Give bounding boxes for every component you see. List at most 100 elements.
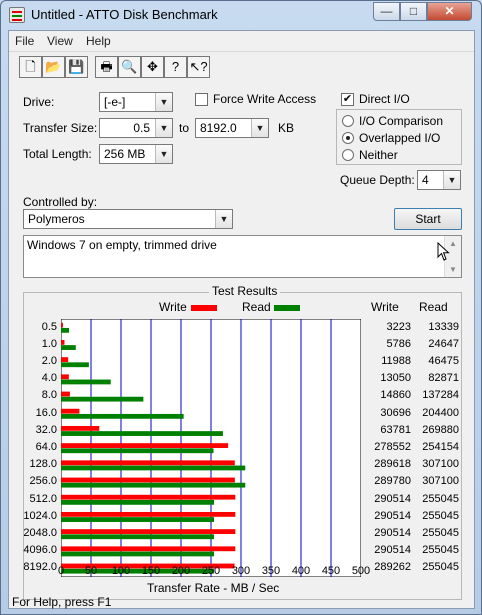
total-length-select[interactable]: 256 MB ▼ bbox=[99, 144, 173, 164]
read-legend-label: Read bbox=[242, 300, 271, 314]
chevron-down-icon[interactable]: ▼ bbox=[443, 171, 460, 189]
help-button[interactable]: ? bbox=[164, 56, 187, 78]
maximize-button[interactable]: □ bbox=[400, 2, 427, 21]
menu-file[interactable]: File bbox=[15, 34, 34, 48]
read-value-cell: 307100 bbox=[422, 475, 459, 488]
read-value-cell: 137284 bbox=[422, 389, 459, 402]
read-value-cell: 255045 bbox=[422, 527, 459, 539]
read-bar bbox=[61, 465, 246, 471]
menu-help[interactable]: Help bbox=[86, 34, 111, 48]
force-write-checkbox[interactable] bbox=[195, 93, 208, 106]
close-icon: ✕ bbox=[444, 4, 455, 18]
move-button[interactable]: ✥ bbox=[141, 56, 164, 78]
total-length-value: 256 MB bbox=[104, 147, 146, 161]
context-help-button[interactable]: ↖? bbox=[187, 56, 210, 78]
write-bar bbox=[61, 339, 65, 345]
write-bar bbox=[61, 546, 236, 552]
controlled-by-select[interactable]: Polymeros ▼ bbox=[23, 209, 233, 229]
client-area: File View Help 🗋 📂 💾 🖶 🔍 ✥? ↖? Drive: [-e-] ▼ … bbox=[8, 30, 475, 609]
read-value-cell: 254154 bbox=[422, 441, 459, 453]
write-bar bbox=[61, 374, 69, 380]
results-chart bbox=[61, 319, 361, 577]
category-label: 256.0 bbox=[29, 475, 57, 488]
close-button[interactable]: ✕ bbox=[427, 2, 472, 21]
scroll-down-icon[interactable]: ▼ bbox=[445, 262, 461, 277]
chevron-down-icon[interactable]: ▼ bbox=[251, 119, 268, 137]
transfer-from-select[interactable]: 0.5 ▼ bbox=[99, 118, 173, 138]
minimize-button[interactable]: — bbox=[373, 2, 400, 21]
write-value-cell: 3223 bbox=[386, 320, 411, 333]
x-tick-label: 450 bbox=[321, 565, 341, 577]
queue-depth-value: 4 bbox=[422, 173, 429, 187]
print-preview-button[interactable]: 🔍 bbox=[118, 56, 141, 78]
transfer-to-value: 8192.0 bbox=[200, 121, 237, 135]
new-document-icon: 🗋 bbox=[25, 59, 36, 74]
open-folder-button[interactable]: 📂 bbox=[42, 56, 65, 78]
category-label: 64.0 bbox=[35, 441, 57, 453]
start-button[interactable]: Start bbox=[394, 208, 462, 230]
read-value-cell: 269880 bbox=[422, 423, 459, 436]
x-tick-label: 150 bbox=[141, 565, 161, 577]
queue-depth-select[interactable]: 4 ▼ bbox=[417, 170, 461, 190]
menu-view[interactable]: View bbox=[47, 34, 73, 48]
title-bar[interactable]: Untitled - ATTO Disk Benchmark — □ ✕ bbox=[1, 1, 481, 29]
drive-value: [-e-] bbox=[104, 95, 126, 109]
read-value-cell: 255045 bbox=[422, 561, 459, 574]
read-value-cell: 82871 bbox=[428, 372, 459, 385]
chevron-down-icon[interactable]: ▼ bbox=[155, 93, 172, 111]
category-label: 1.0 bbox=[41, 337, 57, 350]
write-bar bbox=[61, 322, 63, 328]
category-label: 0.5 bbox=[41, 320, 57, 333]
print-icon: 🖶 bbox=[100, 59, 113, 74]
category-label: 32.0 bbox=[35, 423, 57, 436]
write-value-cell: 30696 bbox=[380, 406, 411, 419]
open-folder-icon: 📂 bbox=[45, 59, 62, 74]
read-bar bbox=[61, 448, 214, 454]
print-button[interactable]: 🖶 bbox=[95, 56, 118, 78]
write-value-cell: 289780 bbox=[374, 475, 411, 488]
overlapped-io-label: Overlapped I/O bbox=[359, 131, 441, 145]
write-bar bbox=[61, 477, 235, 483]
read-bar bbox=[61, 327, 70, 333]
drive-label: Drive: bbox=[23, 95, 55, 109]
save-button[interactable]: 💾 bbox=[65, 56, 88, 78]
io-comparison-radio[interactable] bbox=[342, 115, 354, 127]
category-label: 2048.0 bbox=[23, 527, 57, 539]
x-tick-label: 50 bbox=[84, 565, 98, 577]
new-document-button[interactable]: 🗋 bbox=[19, 56, 42, 78]
write-bar bbox=[61, 511, 236, 517]
write-bar bbox=[61, 529, 236, 534]
write-value-cell: 14860 bbox=[380, 389, 411, 402]
write-value-cell: 289618 bbox=[374, 458, 411, 471]
x-tick-label: 400 bbox=[291, 565, 311, 577]
x-tick-label: 0 bbox=[57, 565, 65, 577]
toolbar: 🗋 📂 💾 🖶 🔍 ✥? ↖? bbox=[9, 51, 474, 81]
read-value-cell: 255045 bbox=[422, 544, 459, 557]
chevron-down-icon[interactable]: ▼ bbox=[155, 119, 172, 137]
write-bar bbox=[61, 408, 80, 414]
read-bar bbox=[61, 534, 215, 540]
write-value-cell: 11988 bbox=[381, 355, 411, 367]
chevron-down-icon[interactable]: ▼ bbox=[215, 210, 232, 228]
write-value-cell: 290514 bbox=[374, 544, 411, 557]
read-value-cell: 24647 bbox=[428, 337, 459, 350]
write-value-cell: 290514 bbox=[374, 492, 411, 505]
drive-select[interactable]: [-e-] ▼ bbox=[99, 92, 173, 112]
status-text: For Help, press F1 bbox=[12, 595, 112, 609]
write-value-cell: 5786 bbox=[386, 337, 411, 350]
io-comparison-label: I/O Comparison bbox=[359, 114, 444, 128]
x-tick-label: 300 bbox=[231, 565, 251, 577]
write-value-cell: 63781 bbox=[380, 423, 411, 436]
neither-radio[interactable] bbox=[342, 149, 354, 161]
read-bar bbox=[61, 379, 111, 385]
category-label: 16.0 bbox=[35, 406, 57, 419]
x-tick-label: 250 bbox=[201, 565, 221, 577]
direct-io-checkbox[interactable]: ✔ bbox=[341, 93, 354, 106]
chevron-down-icon[interactable]: ▼ bbox=[155, 145, 172, 163]
overlapped-io-radio[interactable] bbox=[342, 132, 354, 144]
transfer-to-select[interactable]: 8192.0 ▼ bbox=[195, 118, 269, 138]
print-preview-icon: 🔍 bbox=[121, 59, 138, 74]
notes-textarea[interactable]: Windows 7 on empty, trimmed drive ▲ ▼ bbox=[23, 235, 462, 278]
category-label: 2.0 bbox=[41, 355, 57, 367]
write-bar bbox=[61, 425, 100, 431]
